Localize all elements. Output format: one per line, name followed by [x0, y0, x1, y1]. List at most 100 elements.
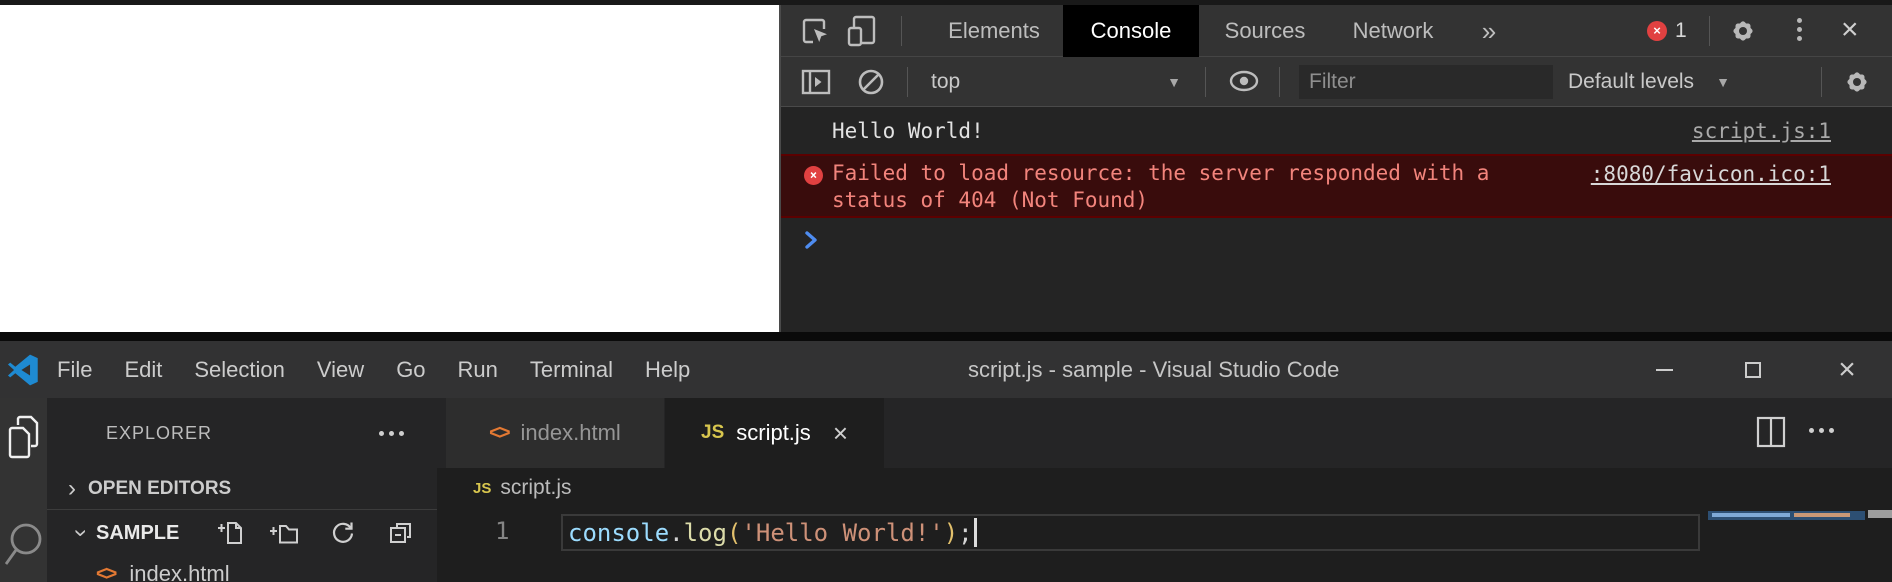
menu-go[interactable]: Go — [380, 341, 441, 398]
refresh-icon[interactable] — [330, 520, 356, 546]
devtools-close-icon[interactable]: × — [1841, 15, 1859, 45]
tab-label: index.html — [521, 420, 621, 446]
breadcrumb[interactable]: JS script.js — [437, 468, 1892, 508]
sidebar-header: EXPLORER — [47, 398, 437, 468]
html-file-icon: <> — [96, 563, 115, 582]
filter-input[interactable] — [1299, 65, 1553, 99]
vscode-logo-icon — [7, 354, 39, 386]
error-count-icon[interactable]: × — [1647, 21, 1667, 41]
new-file-icon[interactable] — [218, 520, 244, 546]
menu-selection[interactable]: Selection — [178, 341, 301, 398]
console-settings-gear-icon[interactable] — [1843, 68, 1871, 96]
tab-sources[interactable]: Sources — [1205, 5, 1325, 57]
tab-close-icon[interactable]: × — [833, 420, 848, 446]
maximize-button[interactable] — [1730, 341, 1776, 398]
new-folder-icon[interactable] — [270, 520, 298, 546]
inspect-element-icon[interactable] — [800, 16, 830, 46]
console-toolbar: top ▼ Default levels ▼ — [781, 57, 1892, 107]
frame-context-value: top — [931, 70, 960, 94]
menu-file[interactable]: File — [41, 341, 108, 398]
error-line-2: status of 404 (Not Found) — [832, 187, 1892, 214]
js-file-icon: JS — [473, 480, 491, 497]
prompt-chevron-icon — [803, 230, 819, 250]
menu-view[interactable]: View — [301, 341, 380, 398]
overview-ruler-marker — [1868, 510, 1892, 518]
minimize-button[interactable] — [1641, 341, 1687, 398]
divider — [1205, 67, 1206, 97]
minimap[interactable] — [1708, 511, 1865, 520]
devtools-panel: Elements Console Sources Network » × 1 × — [779, 5, 1892, 332]
divider — [1821, 67, 1822, 97]
file-item-label: index.html — [129, 561, 229, 582]
collapse-all-icon[interactable] — [388, 520, 414, 546]
divider — [1709, 16, 1710, 46]
more-tabs-icon[interactable]: » — [1467, 5, 1511, 57]
error-count: 1 — [1675, 5, 1687, 57]
devtools-menu-kebab-icon[interactable] — [1797, 18, 1802, 41]
open-editors-section[interactable]: › OPEN EDITORS — [47, 468, 437, 510]
device-toolbar-icon[interactable] — [847, 15, 877, 47]
page-viewport — [0, 5, 779, 332]
tab-label: script.js — [736, 420, 811, 446]
editor-tab-index-html[interactable]: <> index.html — [446, 398, 664, 468]
folder-name: SAMPLE — [96, 522, 179, 545]
divider — [1279, 67, 1280, 97]
chevron-down-icon: › — [69, 529, 93, 537]
tab-elements[interactable]: Elements — [931, 5, 1057, 57]
breadcrumb-file: script.js — [500, 476, 571, 500]
file-item-index-html[interactable]: <> index.html — [47, 556, 437, 582]
console-log-text: Hello World! — [832, 119, 984, 143]
line-number: 1 — [495, 517, 509, 545]
text-cursor — [974, 518, 977, 547]
js-file-icon: JS — [701, 422, 724, 444]
explorer-icon[interactable] — [7, 414, 39, 460]
chevron-down-icon: ▼ — [1167, 74, 1181, 90]
devtools-tabbar: Elements Console Sources Network » × 1 × — [781, 5, 1892, 57]
tab-console[interactable]: Console — [1063, 5, 1199, 57]
split-editor-icon[interactable] — [1755, 415, 1787, 449]
sidebar-title: EXPLORER — [106, 423, 212, 444]
editor-more-actions-icon[interactable] — [1809, 428, 1834, 433]
screen: Elements Console Sources Network » × 1 × — [0, 0, 1892, 582]
console-log-row: Hello World! script.js:1 — [781, 107, 1892, 154]
menu-terminal[interactable]: Terminal — [514, 341, 629, 398]
live-expression-eye-icon[interactable] — [1229, 70, 1259, 92]
browser-window: Elements Console Sources Network » × 1 × — [0, 0, 1892, 332]
log-levels-dropdown[interactable]: Default levels ▼ — [1568, 57, 1730, 107]
console-sidebar-toggle-icon[interactable] — [801, 69, 831, 95]
chevron-right-icon: › — [68, 477, 76, 501]
code-area[interactable]: 1 console.log('Hello World!'); — [437, 508, 1892, 582]
sidebar-more-actions-icon[interactable] — [379, 431, 404, 436]
menu-help[interactable]: Help — [629, 341, 706, 398]
console-messages: Hello World! script.js:1 × Failed to loa… — [781, 107, 1892, 262]
settings-gear-icon[interactable] — [1729, 17, 1757, 45]
html-file-icon: <> — [489, 422, 508, 445]
menu-run[interactable]: Run — [442, 341, 514, 398]
vscode-window: File Edit Selection View Go Run Terminal… — [0, 332, 1892, 582]
console-error-row: × Failed to load resource: the server re… — [781, 154, 1892, 218]
window-title: script.js - sample - Visual Studio Code — [968, 341, 1339, 398]
clear-console-icon[interactable] — [857, 68, 885, 96]
code-line[interactable]: console.log('Hello World!'); — [568, 518, 977, 547]
open-editors-label: OPEN EDITORS — [88, 478, 231, 500]
vscode-main: EXPLORER › OPEN EDITORS › SAMPLE — [0, 398, 1892, 582]
editor-group: <> index.html JS script.js × — [437, 398, 1892, 582]
tab-network[interactable]: Network — [1337, 5, 1449, 57]
menu-edit[interactable]: Edit — [108, 341, 178, 398]
close-button[interactable]: × — [1824, 341, 1870, 398]
editor-tab-script-js[interactable]: JS script.js × — [665, 398, 884, 468]
explorer-sidebar: EXPLORER › OPEN EDITORS › SAMPLE — [47, 398, 437, 582]
error-circle-icon: × — [804, 166, 823, 185]
console-prompt[interactable] — [781, 218, 1892, 262]
vscode-top-edge — [0, 332, 1892, 341]
divider — [907, 67, 908, 97]
folder-section[interactable]: › SAMPLE — [47, 510, 437, 556]
log-source-link[interactable]: script.js:1 — [1692, 119, 1831, 143]
chevron-down-icon: ▼ — [1716, 74, 1730, 90]
divider — [901, 16, 902, 46]
activity-bar — [0, 398, 47, 582]
frame-context-select[interactable]: top ▼ — [923, 57, 1189, 107]
error-source-link[interactable]: :8080/favicon.ico:1 — [1591, 162, 1831, 186]
search-icon[interactable] — [5, 520, 43, 582]
vscode-titlebar: File Edit Selection View Go Run Terminal… — [0, 341, 1892, 398]
